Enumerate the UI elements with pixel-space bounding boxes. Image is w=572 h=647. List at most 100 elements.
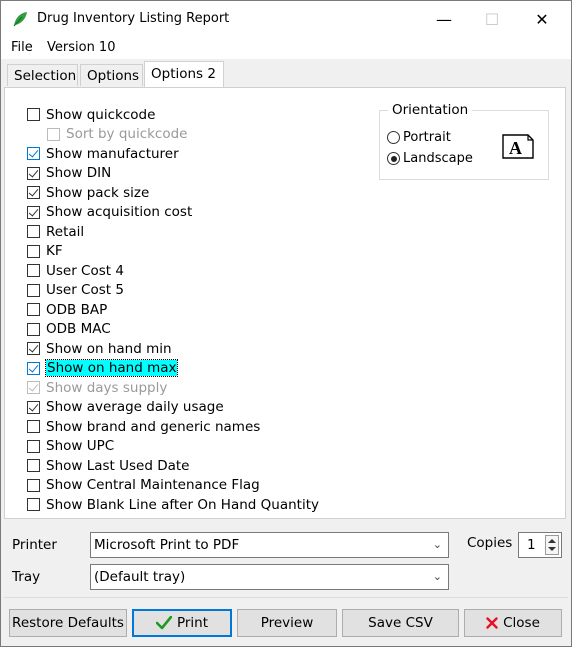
tab-strip: Selection Options Options 2: [1, 59, 571, 87]
landscape-radio[interactable]: [387, 152, 400, 165]
option-checkbox[interactable]: [27, 225, 40, 238]
option-row[interactable]: Show on hand min: [27, 339, 172, 358]
svg-text:A: A: [509, 138, 522, 158]
tray-label: Tray: [12, 569, 41, 585]
maximize-button[interactable]: ☐: [469, 1, 515, 37]
option-row[interactable]: Show Blank Line after On Hand Quantity: [27, 495, 319, 514]
option-row[interactable]: Show on hand max: [27, 359, 179, 378]
option-checkbox[interactable]: [27, 186, 40, 199]
option-row: Sort by quickcode: [47, 125, 188, 144]
save-csv-label: Save CSV: [368, 615, 433, 631]
spin-up-icon[interactable]: [548, 539, 556, 543]
printer-select[interactable]: Microsoft Print to PDF ⌄: [90, 532, 449, 558]
menu-bar: File Version 10: [1, 37, 571, 59]
option-checkbox[interactable]: [27, 400, 40, 414]
print-button[interactable]: Print: [132, 609, 232, 637]
option-checkbox: [47, 127, 60, 141]
copies-spinner[interactable]: 1: [518, 532, 562, 558]
orientation-title: Orientation: [388, 102, 473, 118]
option-label: Show acquisition cost: [46, 204, 193, 220]
options-2-panel: Show quickcode Sort by quickcode Show manu…: [4, 87, 566, 519]
option-label: Show Central Maintenance Flag: [46, 477, 260, 493]
option-checkbox[interactable]: [27, 322, 40, 336]
option-label: ODB BAP: [46, 301, 108, 318]
option-checkbox[interactable]: [27, 147, 40, 160]
option-checkbox[interactable]: [27, 108, 40, 121]
option-label: Sort by quickcode: [66, 126, 188, 142]
tab-options-2[interactable]: Options 2: [144, 61, 224, 87]
option-checkbox[interactable]: [27, 342, 40, 355]
option-checkbox[interactable]: [27, 166, 40, 180]
option-checkbox[interactable]: [27, 205, 40, 219]
portrait-label: Portrait: [403, 130, 451, 145]
option-row[interactable]: Show DIN: [27, 164, 111, 183]
option-row[interactable]: Show acquisition cost: [27, 203, 192, 222]
option-row[interactable]: ODB BAP: [27, 300, 107, 319]
close-button[interactable]: Close: [464, 609, 562, 637]
close-label: Close: [503, 615, 540, 631]
title-bar[interactable]: Drug Inventory Listing Report — ☐ ✕: [1, 1, 571, 37]
option-checkbox[interactable]: [27, 361, 40, 375]
checkmark-icon: [155, 616, 172, 630]
option-checkbox[interactable]: [27, 264, 40, 277]
option-row[interactable]: Retail: [27, 222, 84, 241]
landscape-page-icon: A: [502, 134, 534, 159]
option-checkbox[interactable]: [27, 420, 40, 433]
option-label: Show Last Used Date: [46, 457, 190, 474]
option-label: Show brand and generic names: [46, 418, 261, 435]
minimize-button[interactable]: —: [421, 1, 467, 37]
tab-selection[interactable]: Selection: [7, 64, 78, 86]
copies-value: 1: [527, 537, 536, 553]
report-window: Drug Inventory Listing Report — ☐ ✕ File…: [0, 0, 572, 647]
option-row[interactable]: Show UPC: [27, 437, 114, 456]
option-row[interactable]: Show Central Maintenance Flag: [27, 476, 260, 495]
landscape-label: Landscape: [403, 151, 473, 166]
option-row[interactable]: Show Last Used Date: [27, 456, 189, 475]
option-label: Show Blank Line after On Hand Quantity: [46, 496, 319, 513]
option-checkbox[interactable]: [27, 439, 40, 453]
option-label: Show DIN: [46, 165, 112, 181]
copies-spin-buttons[interactable]: [545, 535, 559, 555]
menu-version[interactable]: Version 10: [47, 40, 115, 55]
printer-value: Microsoft Print to PDF: [94, 537, 240, 553]
chevron-down-icon: ⌄: [432, 538, 442, 551]
option-row[interactable]: Show quickcode: [27, 105, 155, 124]
option-row[interactable]: Show average daily usage: [27, 398, 224, 417]
orientation-group: Orientation Portrait Landscape A: [379, 102, 549, 180]
preview-button[interactable]: Preview: [237, 609, 337, 637]
option-checkbox[interactable]: [27, 244, 40, 258]
option-checkbox[interactable]: [27, 498, 40, 511]
spin-down-icon[interactable]: [548, 547, 556, 551]
option-checkbox[interactable]: [27, 478, 40, 492]
option-row[interactable]: User Cost 4: [27, 261, 124, 280]
radio-portrait[interactable]: Portrait: [387, 130, 451, 145]
red-x-icon: [486, 617, 498, 629]
tray-value: (Default tray): [94, 569, 186, 585]
tab-options[interactable]: Options: [80, 64, 143, 86]
preview-label: Preview: [260, 615, 314, 631]
option-label: KF: [46, 243, 63, 259]
option-row[interactable]: Show pack size: [27, 183, 149, 202]
tray-select[interactable]: (Default tray) ⌄: [90, 564, 449, 590]
radio-landscape[interactable]: Landscape: [387, 151, 473, 166]
menu-file[interactable]: File: [11, 40, 33, 55]
option-row[interactable]: Show brand and generic names: [27, 417, 260, 436]
save-csv-button[interactable]: Save CSV: [342, 609, 459, 637]
option-checkbox[interactable]: [27, 283, 40, 297]
option-row[interactable]: User Cost 5: [27, 281, 124, 300]
option-checkbox[interactable]: [27, 303, 40, 316]
close-window-button[interactable]: ✕: [519, 1, 565, 37]
option-label: Show days supply: [46, 379, 168, 396]
option-label: ODB MAC: [46, 321, 111, 337]
option-row[interactable]: KF: [27, 242, 63, 261]
option-checkbox: [27, 381, 40, 394]
leaf-icon: [13, 12, 27, 27]
restore-defaults-button[interactable]: Restore Defaults: [9, 609, 127, 637]
option-row[interactable]: ODB MAC: [27, 320, 111, 339]
option-checkbox[interactable]: [27, 459, 40, 472]
portrait-radio[interactable]: [387, 131, 400, 144]
restore-defaults-label: Restore Defaults: [12, 615, 124, 631]
option-row[interactable]: Show manufacturer: [27, 144, 179, 163]
window-title: Drug Inventory Listing Report: [37, 11, 230, 26]
option-label: Show on hand max: [44, 359, 179, 377]
